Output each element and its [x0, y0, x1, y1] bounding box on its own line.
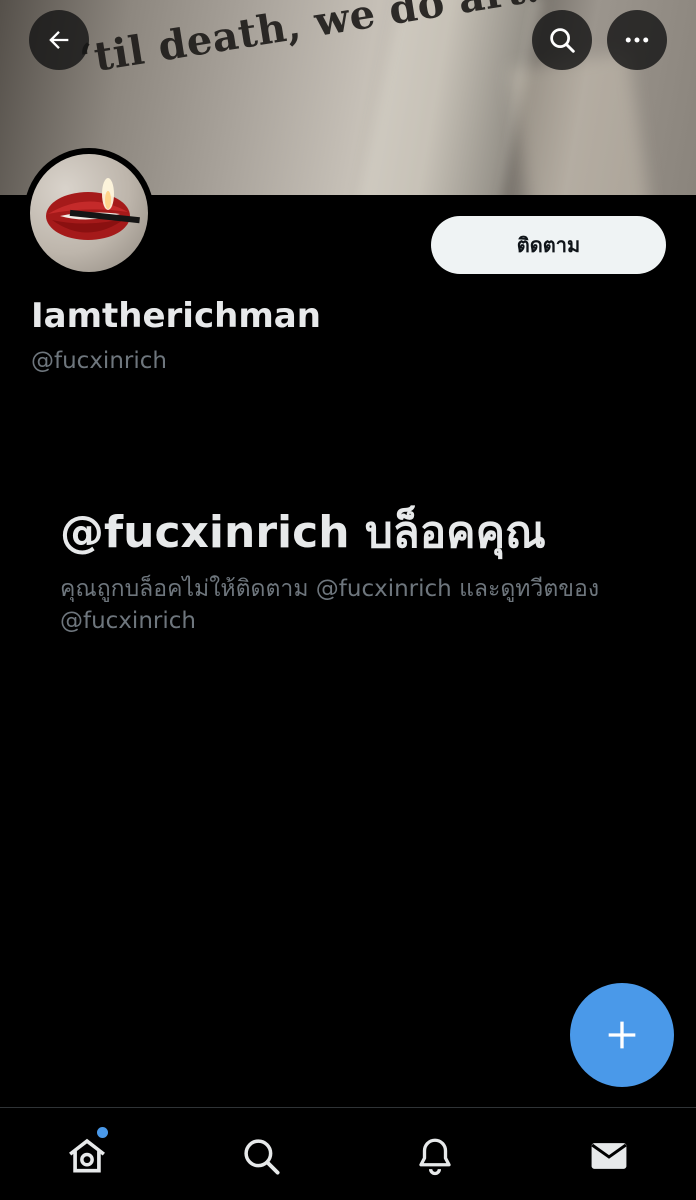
plus-icon	[608, 1021, 636, 1049]
mail-icon	[591, 1143, 627, 1169]
profile-screen: ‘til death, we do art. ติดตาม Iamtherich…	[0, 0, 696, 1200]
home-unread-dot	[97, 1127, 108, 1138]
more-options-button[interactable]	[607, 10, 667, 70]
search-icon	[244, 1139, 280, 1175]
nav-search[interactable]	[237, 1132, 285, 1180]
blocked-description: คุณถูกบล็อคไม่ให้ติดตาม @fucxinrich และด…	[60, 576, 600, 634]
nav-notifications[interactable]	[411, 1132, 459, 1180]
banner-text: ‘til death, we do art.	[76, 0, 543, 83]
nav-home[interactable]	[63, 1132, 111, 1180]
bell-icon	[419, 1138, 451, 1176]
compose-tweet-button[interactable]	[570, 983, 674, 1087]
user-handle: @fucxinrich	[31, 348, 167, 374]
back-arrow-icon	[49, 31, 69, 49]
home-icon	[69, 1138, 105, 1173]
back-button[interactable]	[29, 10, 89, 70]
search-button[interactable]	[532, 10, 592, 70]
bottom-navigation	[0, 1107, 696, 1200]
nav-messages[interactable]	[585, 1132, 633, 1180]
display-name: Iamtherichman	[31, 296, 321, 336]
avatar-image	[30, 154, 148, 272]
more-horizontal-icon	[625, 37, 649, 43]
avatar-lips-graphic	[46, 178, 140, 240]
blocked-title: @fucxinrich บล็อคคุณ	[60, 507, 546, 558]
search-icon	[550, 28, 575, 53]
avatar[interactable]	[24, 148, 154, 278]
follow-button[interactable]: ติดตาม	[431, 216, 666, 274]
